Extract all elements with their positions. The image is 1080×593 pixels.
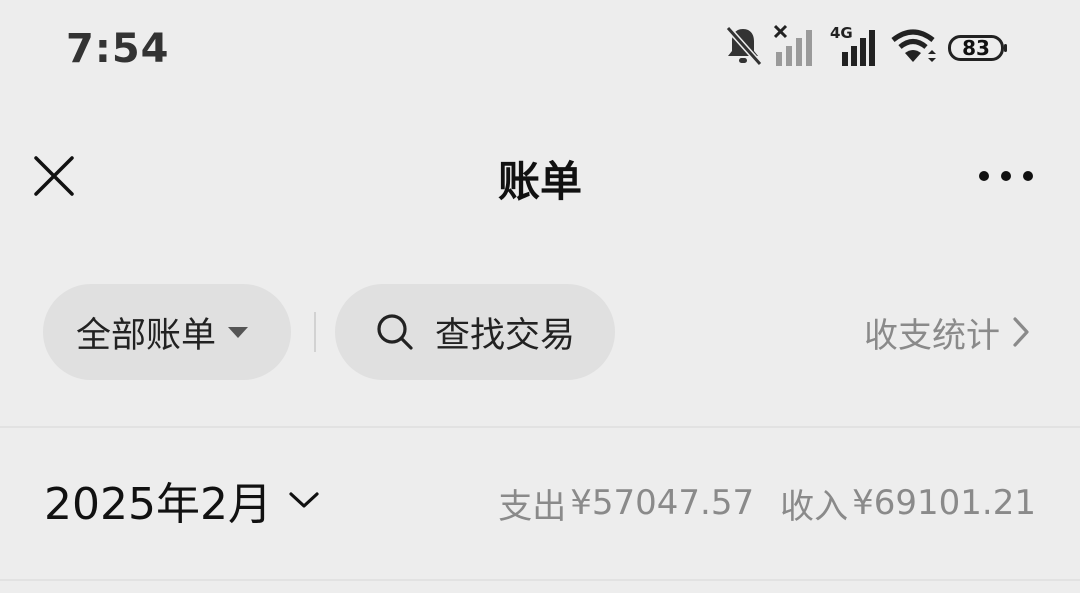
month-label: 2025年2月 — [44, 479, 272, 530]
expense-label: 支出 — [498, 486, 567, 527]
all-bills-label: 全部账单 — [76, 315, 217, 356]
no-signal-icon — [773, 24, 818, 72]
income-label: 收入 — [780, 486, 849, 527]
stats-label: 收支统计 — [864, 315, 1000, 356]
all-bills-filter[interactable]: 全部账单 — [43, 284, 291, 380]
title-bar: 账单 — [0, 130, 1080, 222]
page-title: 账单 — [497, 157, 582, 206]
close-icon — [34, 156, 74, 196]
filter-row: 全部账单 查找交易 收支统计 — [0, 284, 1080, 380]
battery-icon: 83 — [948, 35, 1008, 61]
close-button[interactable] — [28, 150, 80, 202]
list-divider — [0, 579, 1080, 581]
bill-screen: 7:54 4G 83 账单 全部账单 查找交易 收支统计 2025年2月 支出 … — [0, 0, 1080, 593]
bell-off-icon — [724, 24, 763, 72]
status-icons: 4G 83 — [724, 24, 1008, 72]
status-bar: 7:54 4G 83 — [0, 0, 1080, 100]
more-button[interactable] — [976, 158, 1036, 194]
chevron-down-icon — [289, 492, 319, 508]
search-transactions-label: 查找交易 — [435, 315, 576, 356]
search-icon — [377, 314, 413, 350]
wifi-icon — [890, 26, 936, 70]
status-time: 7:54 — [66, 26, 170, 72]
chevron-right-icon — [1013, 317, 1029, 347]
section-divider — [0, 426, 1080, 428]
filter-divider — [314, 312, 316, 352]
network-type-label: 4G — [830, 24, 853, 42]
income-expense-stats-link[interactable]: 收支统计 — [864, 284, 1032, 380]
income-value: ¥69101.21 — [852, 483, 1036, 523]
month-picker[interactable]: 2025年2月 — [44, 470, 322, 530]
caret-down-icon — [228, 326, 249, 338]
expense-value: ¥57047.57 — [570, 483, 755, 523]
search-transactions-button[interactable]: 查找交易 — [335, 284, 615, 380]
signal-4g-icon: 4G — [830, 24, 878, 72]
more-horizontal-icon — [979, 171, 1033, 181]
battery-level: 83 — [962, 36, 990, 60]
month-summary-row: 2025年2月 支出 ¥57047.57 收入 ¥69101.21 — [0, 460, 1080, 544]
month-totals: 支出 ¥57047.57 收入 ¥69101.21 — [498, 478, 1036, 528]
